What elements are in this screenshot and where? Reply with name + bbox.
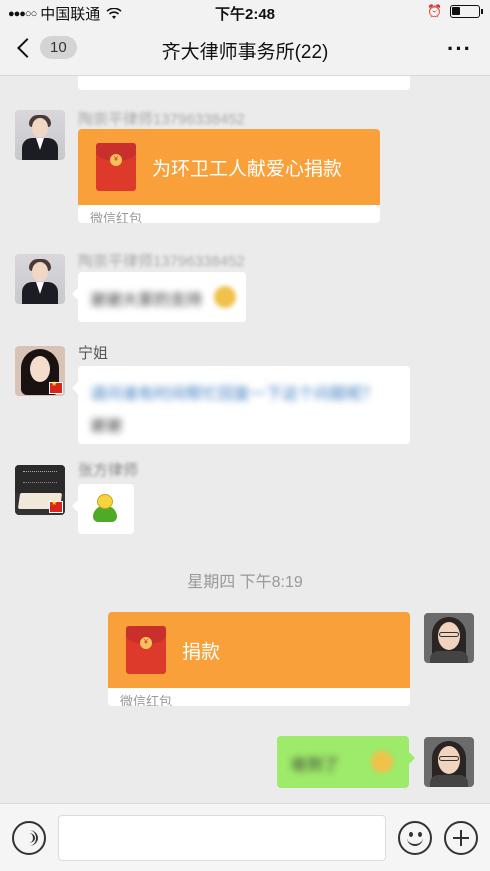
message-text: 请问谁有时间帮忙回复一下这个问题呢？ bbox=[90, 386, 379, 403]
message-text-line2: 谢谢 bbox=[90, 418, 123, 435]
flag-icon bbox=[49, 380, 63, 394]
message-input[interactable] bbox=[58, 815, 386, 861]
text-message[interactable]: 请问谁有时间帮忙回复一下这个问题呢？ 谢谢 bbox=[72, 366, 410, 444]
red-packet-message[interactable]: ¥ 为环卫工人献爱心捐款 微信红包 bbox=[78, 129, 380, 223]
voice-icon[interactable] bbox=[12, 821, 46, 855]
sender-avatar[interactable] bbox=[15, 346, 65, 396]
red-envelope-icon: ¥ bbox=[96, 143, 136, 191]
red-packet-label: 微信红包 bbox=[120, 694, 173, 706]
status-right: ⏰ bbox=[427, 4, 483, 18]
my-avatar[interactable] bbox=[424, 613, 474, 663]
emoji-icon bbox=[214, 286, 236, 308]
message-timestamp: 星期四 下午8:19 bbox=[187, 574, 303, 591]
sender-avatar[interactable] bbox=[15, 465, 65, 515]
chat-title: 齐大律师事务所(22) bbox=[161, 42, 329, 63]
turtle-sticker-icon bbox=[92, 494, 118, 524]
red-packet-title: 为环卫工人献爱心捐款 bbox=[152, 159, 343, 180]
battery-icon bbox=[450, 4, 483, 18]
sender-name: 陶崇平律师13796338452 bbox=[78, 111, 245, 128]
my-red-packet-message[interactable]: ¥ 捐款 微信红包 bbox=[108, 612, 410, 706]
previous-message-bubble bbox=[78, 76, 410, 90]
input-bar bbox=[0, 803, 490, 871]
my-avatar[interactable] bbox=[424, 737, 474, 787]
alarm-icon: ⏰ bbox=[427, 4, 442, 18]
battery-fill bbox=[452, 6, 460, 15]
sender-avatar[interactable] bbox=[15, 254, 65, 304]
status-time: 下午2:48 bbox=[214, 6, 276, 23]
nav-bar: 10 齐大律师事务所(22) ··· bbox=[0, 24, 490, 76]
red-packet-label: 微信红包 bbox=[90, 211, 143, 223]
red-packet-title: 捐款 bbox=[182, 642, 221, 663]
sender-avatar[interactable] bbox=[15, 110, 65, 160]
text-message[interactable]: 谢谢大家的支持 bbox=[72, 272, 246, 322]
message-text: 谢谢大家的支持 bbox=[90, 292, 203, 309]
status-bar: ●●●○○ 中国联通 下午2:48 ⏰ bbox=[0, 0, 490, 24]
sender-name: 陶崇平律师13796338452 bbox=[78, 253, 245, 270]
more-options-button[interactable]: ··· bbox=[447, 36, 472, 62]
emoji-icon bbox=[371, 751, 393, 773]
message-text: 收到了 bbox=[291, 757, 340, 774]
red-envelope-icon: ¥ bbox=[126, 626, 166, 674]
plus-icon[interactable] bbox=[444, 821, 478, 855]
sticker-message[interactable] bbox=[72, 484, 134, 534]
flag-icon bbox=[49, 499, 63, 513]
sender-name: 宁姐 bbox=[78, 345, 109, 362]
sender-name: 张方律师 bbox=[78, 462, 139, 479]
chat-message-list[interactable]: 陶崇平律师13796338452 ¥ 为环卫工人献爱心捐款 微信红包 陶崇平律师… bbox=[0, 76, 490, 803]
emoji-icon[interactable] bbox=[398, 821, 432, 855]
my-text-message[interactable]: 收到了 bbox=[277, 736, 415, 788]
